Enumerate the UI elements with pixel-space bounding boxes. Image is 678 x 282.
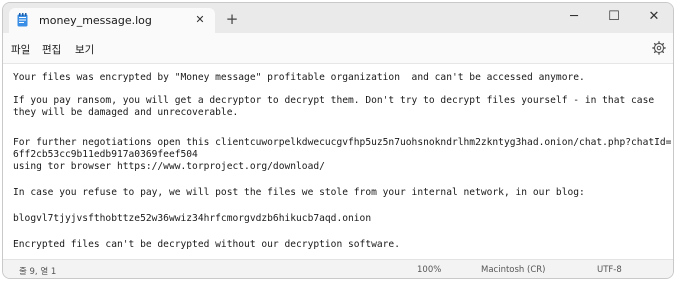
text-line-8: blogvl7tjyjvsfthobttze52w36wwiz34hrfcmor… (13, 213, 372, 224)
encoding[interactable]: UTF-8 (597, 265, 622, 275)
text-line-6: using tor browser https://www.torproject… (13, 161, 325, 172)
text-line-3: they will be damaged and unrecoverable. (13, 107, 239, 118)
gear-icon[interactable] (652, 41, 666, 55)
text-line-5: 6ff2cb53cc9b11edb917a0369feef504 (13, 149, 198, 160)
notepad-file-icon (17, 13, 28, 27)
text-editor[interactable]: Your files was encrypted by "Money messa… (3, 63, 673, 259)
maximize-button[interactable]: ☐ (599, 7, 629, 27)
text-line-4: For further negotiations open this clien… (13, 137, 672, 148)
zoom-level[interactable]: 100% (417, 265, 441, 275)
menu-view[interactable]: 보기 (75, 42, 94, 57)
notepad-window: money_message.log ✕ + ─ ☐ ✕ 파일 편집 보기 You… (2, 2, 674, 279)
text-line-2: If you pay ransom, you will get a decryp… (13, 95, 655, 106)
minimize-button[interactable]: ─ (559, 7, 589, 27)
tab-money-message-log[interactable]: money_message.log ✕ (9, 8, 215, 33)
new-tab-plus-icon[interactable]: + (225, 12, 239, 27)
text-line-9: Encrypted files can't be decrypted witho… (13, 239, 400, 250)
status-bar: 줄 9, 열 1 100% Macintosh (CR) UTF-8 (3, 259, 673, 278)
close-button[interactable]: ✕ (639, 7, 669, 27)
cursor-position: 줄 9, 열 1 (19, 267, 57, 277)
line-ending[interactable]: Macintosh (CR) (481, 265, 546, 275)
tab-close-icon[interactable]: ✕ (193, 13, 207, 27)
menu-bar: 파일 편집 보기 (3, 33, 673, 63)
tab-title: money_message.log (39, 14, 152, 27)
menu-file[interactable]: 파일 (11, 42, 30, 57)
menu-edit[interactable]: 편집 (42, 42, 61, 57)
text-line-7: In case you refuse to pay, we will post … (13, 187, 585, 198)
text-line-1: Your files was encrypted by "Money messa… (13, 72, 585, 83)
title-bar: money_message.log ✕ + ─ ☐ ✕ (3, 3, 673, 33)
